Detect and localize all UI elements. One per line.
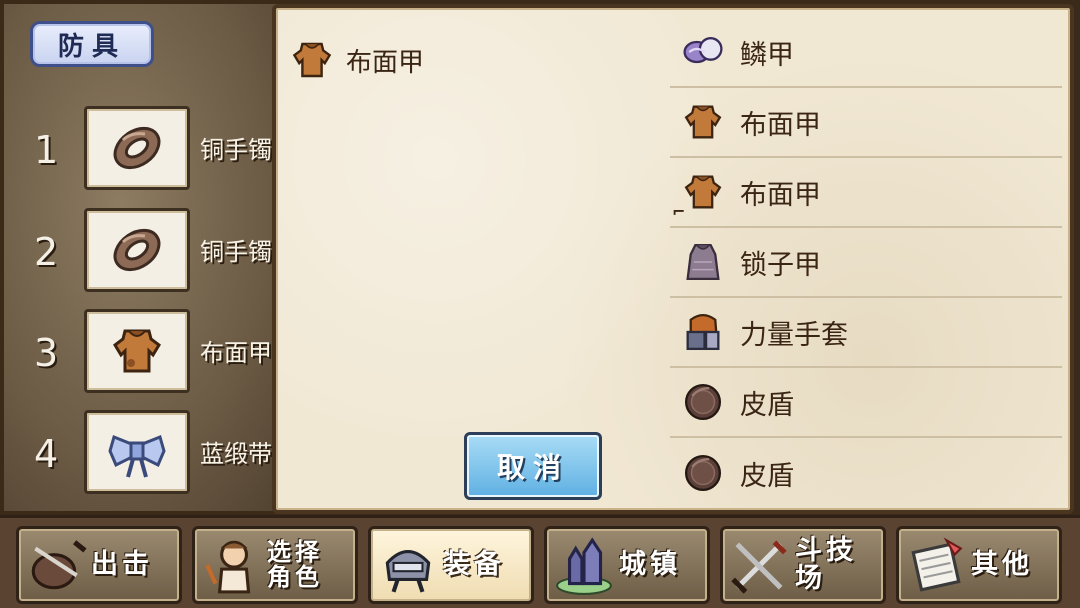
slot-number: 1 (34, 128, 59, 172)
castle-icon (556, 537, 612, 595)
list-item[interactable]: 布面甲 (670, 88, 1062, 158)
list-item[interactable]: 皮盾 (670, 368, 1062, 438)
chainmail-icon (686, 243, 720, 281)
armor-item-list: 鳞甲 布面甲 ⌐ 布面甲 锁子甲 力量手套 皮盾 皮盾 (670, 18, 1062, 508)
menu-other-button[interactable]: 其他 (896, 526, 1062, 604)
character-icon (205, 540, 251, 594)
menu-label: 出击 (91, 548, 153, 580)
list-item-name: 布面甲 (740, 109, 821, 141)
slot-icon-box[interactable] (84, 106, 190, 190)
equipment-selection-panel: 布面甲 鳞甲 布面甲 ⌐ 布面甲 锁子甲 力量手套 皮盾 皮盾 取消 (272, 4, 1074, 514)
menu-label-line1: 选择 (267, 537, 323, 566)
equipped-armor-panel: 防具 1 铜手镯 2 铜手镯 3 布面甲 4 蓝缎带 (0, 0, 300, 515)
slot-number: 3 (34, 331, 59, 375)
menu-select-character-button[interactable]: 选择 角色 (192, 526, 358, 604)
armor-equip-icon (385, 550, 431, 593)
armor-section-title: 防具 (30, 21, 154, 67)
menu-label: 选择 角色 (267, 537, 323, 591)
leather-shield-icon (684, 454, 722, 492)
scroll-icon (911, 537, 963, 592)
current-item: 布面甲 (288, 30, 424, 90)
slot-icon-box[interactable] (84, 309, 190, 393)
menu-label: 装备 (443, 548, 505, 580)
list-item-name: 布面甲 (740, 179, 821, 211)
scale-armor-icon (683, 37, 723, 64)
menu-equipment-button[interactable]: 装备 (368, 526, 534, 604)
list-item-name: 锁子甲 (740, 249, 821, 281)
armor-slot-3[interactable]: 3 布面甲 (4, 309, 304, 395)
menu-arena-button[interactable]: 斗技场 (720, 526, 886, 604)
leather-shield-icon (684, 383, 722, 421)
main-menu-bar: 出击 选择 角色 装备 城镇 斗技场 其他 (0, 515, 1080, 608)
slot-number: 4 (34, 432, 59, 476)
list-item[interactable]: 鳞甲 (670, 18, 1062, 88)
list-item-name: 鳞甲 (740, 39, 794, 71)
power-gloves-icon (686, 313, 720, 351)
blue-ribbon-icon (108, 434, 166, 478)
list-item-selected[interactable]: ⌐ 布面甲 (670, 158, 1062, 228)
menu-label: 城镇 (619, 548, 681, 580)
bracelet-icon (113, 228, 161, 272)
cloth-armor-icon (113, 329, 161, 373)
menu-label: 其他 (971, 548, 1033, 580)
list-item-name: 皮盾 (740, 460, 794, 492)
slot-item-name: 蓝缎带 (200, 440, 272, 468)
slot-item-name: 铜手镯 (200, 238, 272, 266)
cloth-armor-icon (684, 105, 722, 139)
armor-slot-2[interactable]: 2 铜手镯 (4, 208, 304, 294)
list-item[interactable]: 皮盾 (670, 438, 1062, 508)
list-item[interactable]: 力量手套 (670, 298, 1062, 368)
list-item-name: 力量手套 (740, 319, 848, 351)
bracelet-icon (113, 126, 161, 170)
menu-town-button[interactable]: 城镇 (544, 526, 710, 604)
slot-item-name: 布面甲 (200, 339, 272, 367)
menu-sortie-button[interactable]: 出击 (16, 526, 182, 604)
list-item[interactable]: 锁子甲 (670, 228, 1062, 298)
menu-label-line2: 角色 (267, 563, 323, 591)
list-item-name: 皮盾 (740, 389, 794, 421)
slot-number: 2 (34, 230, 59, 274)
cloth-armor-icon (292, 42, 332, 78)
arena-swords-icon (731, 540, 787, 594)
armor-slot-1[interactable]: 1 铜手镯 (4, 106, 304, 192)
sortie-icon (31, 540, 87, 590)
menu-label: 斗技场 (795, 534, 857, 594)
slot-icon-box[interactable] (84, 208, 190, 292)
slot-icon-box[interactable] (84, 410, 190, 494)
armor-slot-4[interactable]: 4 蓝缎带 (4, 410, 304, 496)
selection-cursor-icon: ⌐ (672, 202, 686, 221)
cancel-button[interactable]: 取消 (464, 432, 602, 500)
slot-item-name: 铜手镯 (200, 136, 272, 164)
current-item-name: 布面甲 (346, 47, 425, 78)
cloth-armor-icon (684, 175, 722, 209)
